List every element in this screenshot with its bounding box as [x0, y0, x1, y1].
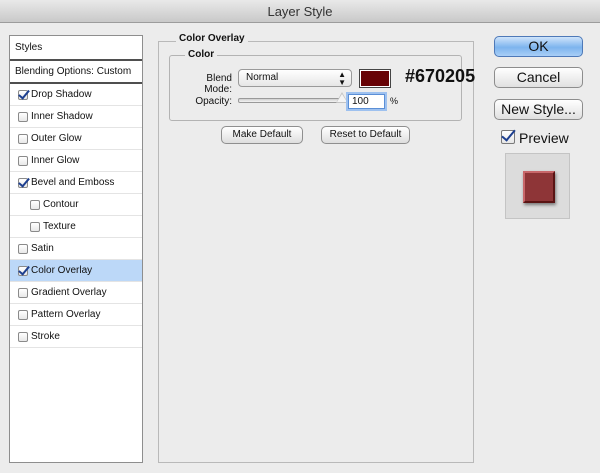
- effect-checkbox[interactable]: [18, 244, 28, 254]
- effect-label: Gradient Overlay: [31, 287, 107, 298]
- effect-label: Contour: [43, 199, 79, 210]
- overlay-color-swatch[interactable]: [359, 69, 391, 88]
- effect-checkbox[interactable]: [30, 222, 40, 232]
- effect-checkbox[interactable]: [30, 200, 40, 210]
- effect-checkbox[interactable]: [18, 90, 28, 100]
- styles-list: Styles Blending Options: Custom Drop Sha…: [9, 35, 143, 463]
- new-style-button[interactable]: New Style...: [494, 99, 583, 120]
- style-preview: [505, 153, 570, 219]
- effect-label: Bevel and Emboss: [31, 177, 115, 188]
- make-default-button[interactable]: Make Default: [221, 126, 303, 144]
- reset-to-default-button[interactable]: Reset to Default: [321, 126, 410, 144]
- effect-label: Drop Shadow: [31, 89, 92, 100]
- effect-checkbox[interactable]: [18, 178, 28, 188]
- window-title: Layer Style: [0, 0, 600, 23]
- effect-checkbox[interactable]: [18, 288, 28, 298]
- effect-label: Texture: [43, 221, 76, 232]
- effect-item-stroke[interactable]: Stroke: [10, 326, 142, 348]
- effects-list: Drop Shadow Inner Shadow Outer Glow Inner G…: [10, 84, 142, 348]
- effect-item-satin[interactable]: Satin: [10, 238, 142, 260]
- opacity-slider-track[interactable]: [238, 98, 342, 103]
- effect-label: Satin: [31, 243, 54, 254]
- preview-label[interactable]: Preview: [519, 130, 569, 146]
- effect-label: Outer Glow: [31, 133, 82, 144]
- effect-item-pattern-overlay[interactable]: Pattern Overlay: [10, 304, 142, 326]
- effect-item-contour[interactable]: Contour: [10, 194, 142, 216]
- effect-item-color-overlay[interactable]: Color Overlay: [10, 260, 142, 282]
- preview-checkbox[interactable]: [501, 130, 515, 144]
- effect-checkbox[interactable]: [18, 332, 28, 342]
- blend-mode-value: Normal: [246, 72, 279, 83]
- blend-mode-select[interactable]: Normal ▲ ▼: [238, 69, 352, 87]
- ok-button[interactable]: OK: [494, 36, 583, 57]
- effect-checkbox[interactable]: [18, 134, 28, 144]
- effect-item-gradient-overlay[interactable]: Gradient Overlay: [10, 282, 142, 304]
- effect-item-drop-shadow[interactable]: Drop Shadow: [10, 84, 142, 106]
- effect-checkbox[interactable]: [18, 266, 28, 276]
- effect-label: Color Overlay: [31, 265, 93, 276]
- effect-item-bevel-and-emboss[interactable]: Bevel and Emboss: [10, 172, 142, 194]
- color-group-title: Color: [185, 49, 218, 60]
- effect-item-inner-glow[interactable]: Inner Glow: [10, 150, 142, 172]
- overlay-color-fill: [361, 71, 389, 86]
- select-arrows-icon: ▲ ▼: [338, 70, 346, 87]
- opacity-unit: %: [390, 96, 399, 106]
- blending-options-item[interactable]: Blending Options: Custom: [10, 61, 142, 84]
- hex-color-annotation: #670205: [405, 66, 476, 86]
- effect-checkbox[interactable]: [18, 310, 28, 320]
- effect-item-outer-glow[interactable]: Outer Glow: [10, 128, 142, 150]
- effect-label: Stroke: [31, 331, 60, 342]
- effect-item-texture[interactable]: Texture: [10, 216, 142, 238]
- effect-item-inner-shadow[interactable]: Inner Shadow: [10, 106, 142, 128]
- preview-thumbnail: [523, 171, 555, 203]
- opacity-slider-thumb[interactable]: [336, 92, 348, 103]
- opacity-input[interactable]: 100: [348, 94, 385, 109]
- effect-label: Inner Shadow: [31, 111, 93, 122]
- styles-header[interactable]: Styles: [10, 36, 142, 61]
- effect-label: Inner Glow: [31, 155, 80, 166]
- cancel-button[interactable]: Cancel: [494, 67, 583, 88]
- blend-mode-label: Blend Mode:: [204, 73, 232, 95]
- effect-label: Pattern Overlay: [31, 309, 101, 320]
- opacity-label: Opacity:: [195, 96, 232, 107]
- effect-checkbox[interactable]: [18, 156, 28, 166]
- color-overlay-title: Color Overlay: [176, 33, 248, 44]
- effect-checkbox[interactable]: [18, 112, 28, 122]
- layer-style-dialog: Layer Style Styles Blending Options: Cus…: [0, 0, 600, 473]
